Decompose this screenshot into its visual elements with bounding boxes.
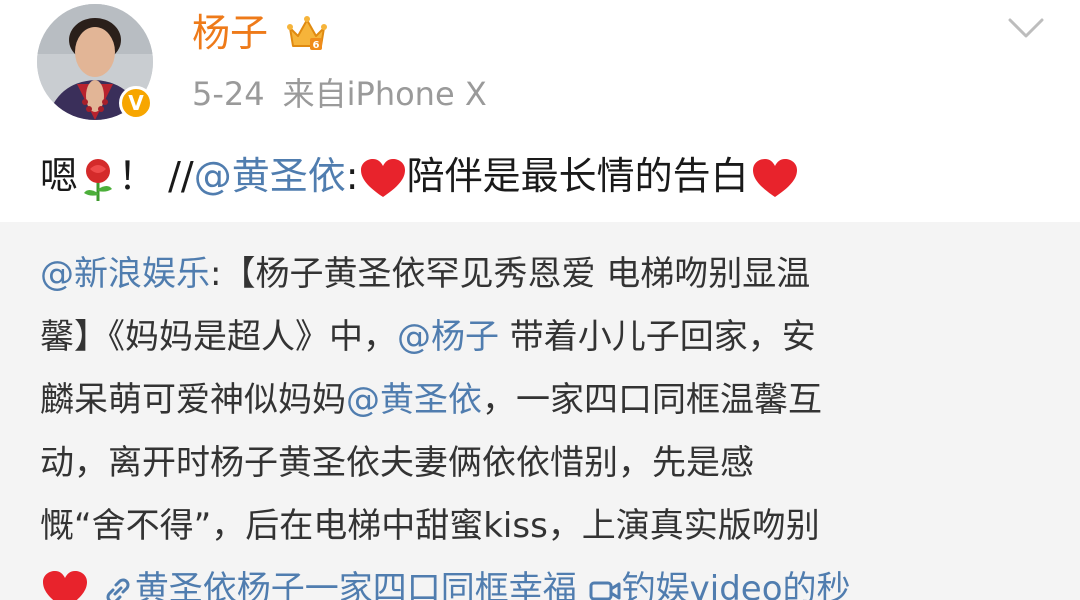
chevron-down-icon[interactable] xyxy=(1006,14,1046,42)
heart-icon xyxy=(752,158,797,197)
repost-colon: : xyxy=(345,154,359,198)
repost-exclaim: ！ xyxy=(118,154,157,198)
weibo-post: V 杨子 6 5-24 来自iPhone X 嗯 ！ //@黄圣依: 陪伴是最长情… xyxy=(0,0,1080,600)
video-icon xyxy=(589,581,621,600)
username[interactable]: 杨子 xyxy=(192,8,268,58)
link-icon xyxy=(106,578,130,600)
topic-link[interactable]: 黄圣依杨子一家四口同框幸福 xyxy=(135,569,577,600)
mention-sina-ent[interactable]: @新浪娱乐 xyxy=(40,254,210,294)
mention-yangzi[interactable]: @杨子 xyxy=(397,317,499,357)
mention-huangshengyi-quote[interactable]: @黄圣依 xyxy=(346,380,482,420)
quote-line: 动，离开时杨子黄圣依夫妻俩依依惜别，先是感 xyxy=(40,438,754,488)
quote-text: 动，离开时杨子黄圣依夫妻俩依依惜别，先是感 xyxy=(40,443,754,483)
repost-prefix: 嗯 xyxy=(40,154,79,198)
quote-text: 慨“舍不得”，后在电梯中甜蜜kiss，上演真实版吻别 xyxy=(40,506,820,546)
quote-text: 带着小儿子回家，安 xyxy=(499,317,816,357)
post-source[interactable]: 来自iPhone X xyxy=(283,75,487,113)
verified-v-badge-icon: V xyxy=(119,86,153,120)
heart-icon xyxy=(43,570,87,600)
mention-huangshengyi[interactable]: @黄圣依 xyxy=(194,154,346,198)
repost-body: 陪伴是最长情的告白 xyxy=(406,154,749,198)
quote-text: 馨】《妈妈是超人》中， xyxy=(40,317,397,357)
repost-text: 嗯 ！ //@黄圣依: 陪伴是最长情的告白 xyxy=(40,146,801,206)
rose-icon xyxy=(84,158,113,201)
quote-line: 馨】《妈妈是超人》中，@杨子 带着小儿子回家，安 xyxy=(40,312,816,362)
vip-crown-icon[interactable]: 6 xyxy=(286,12,328,54)
video-link[interactable]: 钓娱video的秒 xyxy=(622,569,851,600)
quote-line: 黄圣依杨子一家四口同框幸福 钓娱video的秒 xyxy=(40,564,851,600)
post-date: 5-24 xyxy=(192,75,265,113)
quote-text: :【杨子黄圣依罕见秀恩爱 电梯吻别显温 xyxy=(210,254,811,294)
post-meta: 5-24 来自iPhone X xyxy=(192,72,487,116)
quote-text: ，一家四口同框温馨互 xyxy=(482,380,822,420)
quote-line: 慨“舍不得”，后在电梯中甜蜜kiss，上演真实版吻别 xyxy=(40,501,820,551)
quoted-post[interactable]: @新浪娱乐:【杨子黄圣依罕见秀恩爱 电梯吻别显温 馨】《妈妈是超人》中，@杨子 … xyxy=(0,222,1080,600)
repost-slashes: // xyxy=(168,154,194,198)
quote-line: 麟呆萌可爱神似妈妈@黄圣依，一家四口同框温馨互 xyxy=(40,375,822,425)
quote-text: 麟呆萌可爱神似妈妈 xyxy=(40,380,346,420)
svg-text:6: 6 xyxy=(313,40,320,51)
heart-icon xyxy=(360,158,405,197)
avatar-container[interactable]: V xyxy=(37,4,153,120)
quote-line: @新浪娱乐:【杨子黄圣依罕见秀恩爱 电梯吻别显温 xyxy=(40,249,810,299)
